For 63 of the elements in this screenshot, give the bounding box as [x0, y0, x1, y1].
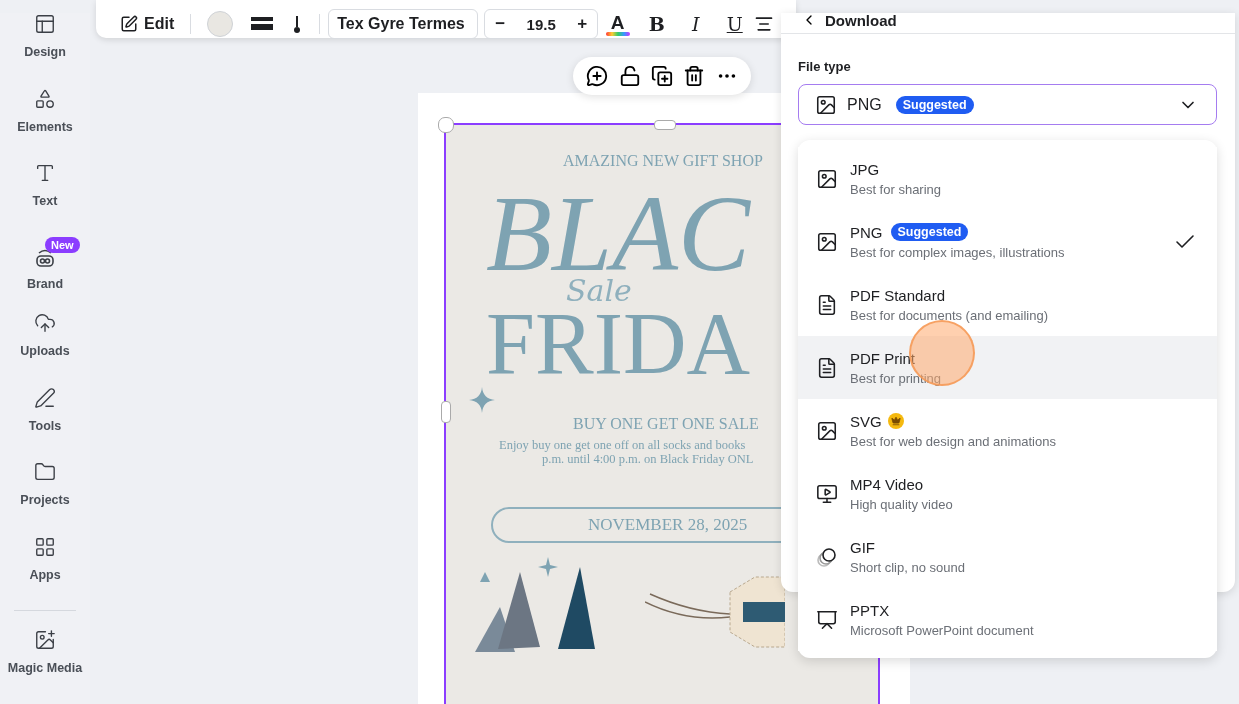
sidebar-item[interactable]: New Brand [5, 236, 85, 312]
file-type-option[interactable]: SVG Best for web design and animations [798, 399, 1217, 462]
poster-kicker: AMAZING NEW GIFT SHOP [563, 152, 763, 171]
document-icon [816, 356, 838, 379]
edit-button[interactable]: Edit [112, 11, 183, 37]
delete-icon[interactable] [683, 65, 706, 87]
color-swatch[interactable] [207, 11, 234, 37]
video-icon [816, 482, 838, 505]
sidebar-item[interactable]: Projects [5, 461, 85, 536]
new-badge: New [45, 236, 80, 253]
resize-handle[interactable] [654, 120, 676, 130]
layout-icon [34, 13, 56, 35]
file-type-select[interactable]: PNG Suggested [798, 84, 1217, 125]
file-type-option[interactable]: PPTX Microsoft PowerPoint document [798, 588, 1217, 651]
increase-button[interactable]: + [567, 13, 598, 35]
image-icon [815, 93, 837, 116]
field-label: File type [798, 59, 852, 74]
cloud-upload-icon [34, 312, 56, 334]
font-field[interactable]: Tex Gyre Termes [328, 9, 479, 39]
image-icon [816, 419, 838, 442]
comment-add-icon[interactable] [586, 65, 609, 87]
presentation-icon [816, 608, 838, 631]
format-button[interactable]: U [715, 10, 755, 38]
poster-offer-title: BUY ONE GET ONE SALE [573, 415, 759, 434]
text-color-button[interactable]: A [598, 10, 638, 38]
sidebar-item[interactable]: Magic Media [5, 629, 85, 704]
spacing-button[interactable] [293, 14, 302, 34]
sidebar-item[interactable]: Elements [5, 87, 85, 163]
image-icon [816, 230, 838, 253]
edit-icon [120, 15, 138, 33]
file-type-option[interactable]: GIF Short clip, no sound [798, 525, 1217, 588]
poster-headline: FRIDA [486, 304, 751, 384]
duplicate-icon[interactable] [650, 65, 673, 87]
file-type-option[interactable]: MP4 Video High quality video [798, 462, 1217, 525]
resize-handle[interactable] [438, 117, 454, 133]
suggested-badge: Suggested [890, 223, 969, 241]
shapes-icon [34, 87, 56, 110]
sidebar-item[interactable]: Apps [5, 535, 85, 611]
suggested-badge: Suggested [895, 95, 974, 114]
image-icon [816, 167, 838, 190]
poster-offer-text: p.m. until 4:00 p.m. on Black Friday ONL [542, 452, 754, 467]
align-button[interactable] [754, 14, 775, 34]
circles-icon [816, 545, 838, 568]
file-type-option[interactable]: PDF Standard Best for documents (and emailing) [798, 273, 1217, 336]
unlock-icon[interactable] [618, 65, 641, 87]
document-icon [816, 293, 838, 316]
poster-offer-text: Enjoy buy one get one off on all socks and books [499, 437, 746, 453]
file-type-option[interactable]: JPG Best for sharing [798, 147, 1217, 210]
sidebar-item[interactable]: Design [5, 13, 85, 88]
sidebar-item[interactable]: Text [5, 162, 85, 237]
poster-script-text: Sale [566, 276, 633, 307]
format-button[interactable]: B [637, 10, 677, 38]
decrease-button[interactable]: − [485, 13, 516, 35]
sidebar-item[interactable]: Tools [5, 386, 85, 462]
sidebar-item[interactable]: Uploads [5, 312, 85, 387]
font-size-value[interactable]: 19.5 [526, 15, 556, 33]
image-sparkle-icon [34, 629, 56, 652]
pen-icon [34, 386, 56, 409]
line-weight-button[interactable] [251, 15, 274, 33]
file-type-option[interactable]: PNG Suggested Best for complex images, illustrations [798, 210, 1217, 273]
format-button[interactable]: I [676, 10, 716, 38]
panel-title: Download [825, 12, 897, 28]
resize-handle[interactable] [441, 401, 451, 423]
